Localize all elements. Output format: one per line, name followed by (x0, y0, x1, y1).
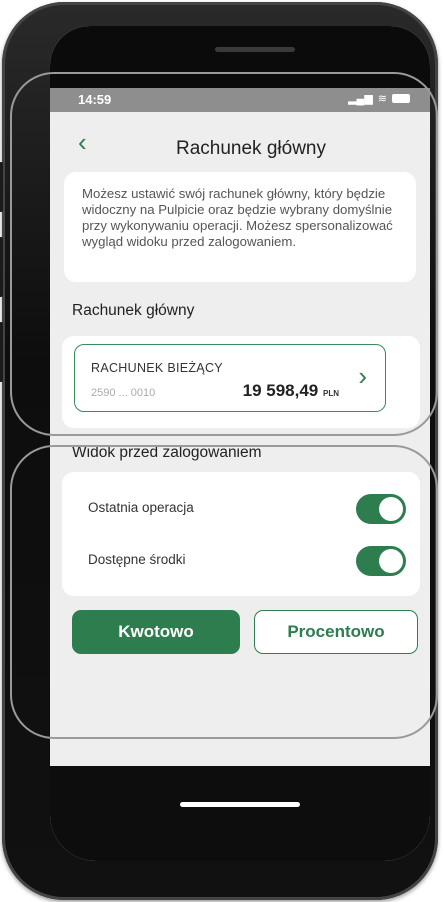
account-card[interactable]: RACHUNEK BIEŻĄCY 2590 ... 0010 19 598,49… (74, 344, 386, 412)
wifi-icon: ≋ (377, 93, 387, 105)
phone-volume-down (0, 322, 3, 382)
speaker (215, 47, 295, 52)
balance-currency: PLN (323, 389, 339, 398)
bottom-bezel (50, 766, 430, 861)
phone-side-button (0, 162, 3, 212)
main-account-label: Rachunek główny (72, 302, 195, 319)
pre-login-view-label: Widok przed zalogowaniem (72, 444, 262, 461)
status-time: 14:59 (78, 92, 112, 107)
app-screen: 14:59 ▂▄▆ ≋ ‹ Rachunek główny Możesz ust… (50, 26, 430, 861)
account-section: RACHUNEK BIEŻĄCY 2590 ... 0010 19 598,49… (62, 336, 420, 428)
page-header: ‹ Rachunek główny (50, 112, 430, 176)
last-operation-toggle[interactable] (356, 494, 406, 524)
info-text: Możesz ustawić swój rachunek główny, któ… (82, 186, 393, 249)
toggles-card: Ostatnia operacja Dostępne środki (62, 472, 420, 596)
info-card: Możesz ustawić swój rachunek główny, któ… (64, 172, 416, 282)
chevron-right-icon[interactable]: › (358, 363, 367, 389)
page-title: Rachunek główny (176, 138, 326, 159)
battery-icon (392, 94, 410, 103)
status-icons: ▂▄▆ ≋ (348, 92, 410, 105)
toggle-label: Dostępne środki (88, 552, 186, 567)
signal-icon: ▂▄▆ (348, 93, 373, 105)
toggle-label: Ostatnia operacja (88, 500, 194, 515)
home-indicator[interactable] (180, 802, 300, 807)
available-funds-toggle[interactable] (356, 546, 406, 576)
account-number: 2590 ... 0010 (91, 387, 156, 399)
toggle-row-last-operation: Ostatnia operacja (62, 484, 420, 534)
phone-frame: 14:59 ▂▄▆ ≋ ‹ Rachunek główny Możesz ust… (0, 2, 438, 900)
phone-volume-up (0, 237, 3, 297)
account-name: RACHUNEK BIEŻĄCY (91, 361, 223, 375)
amount-button[interactable]: Kwotowo (72, 610, 240, 654)
toggle-row-available-funds: Dostępne środki (62, 536, 420, 586)
toggle-knob (379, 549, 403, 573)
account-balance: 19 598,49 PLN (243, 381, 339, 401)
balance-amount: 19 598,49 (242, 381, 319, 400)
percent-button[interactable]: Procentowo (254, 610, 418, 654)
toggle-knob (379, 497, 403, 521)
status-bar: 14:59 ▂▄▆ ≋ (50, 88, 430, 112)
notch-area (50, 26, 430, 88)
